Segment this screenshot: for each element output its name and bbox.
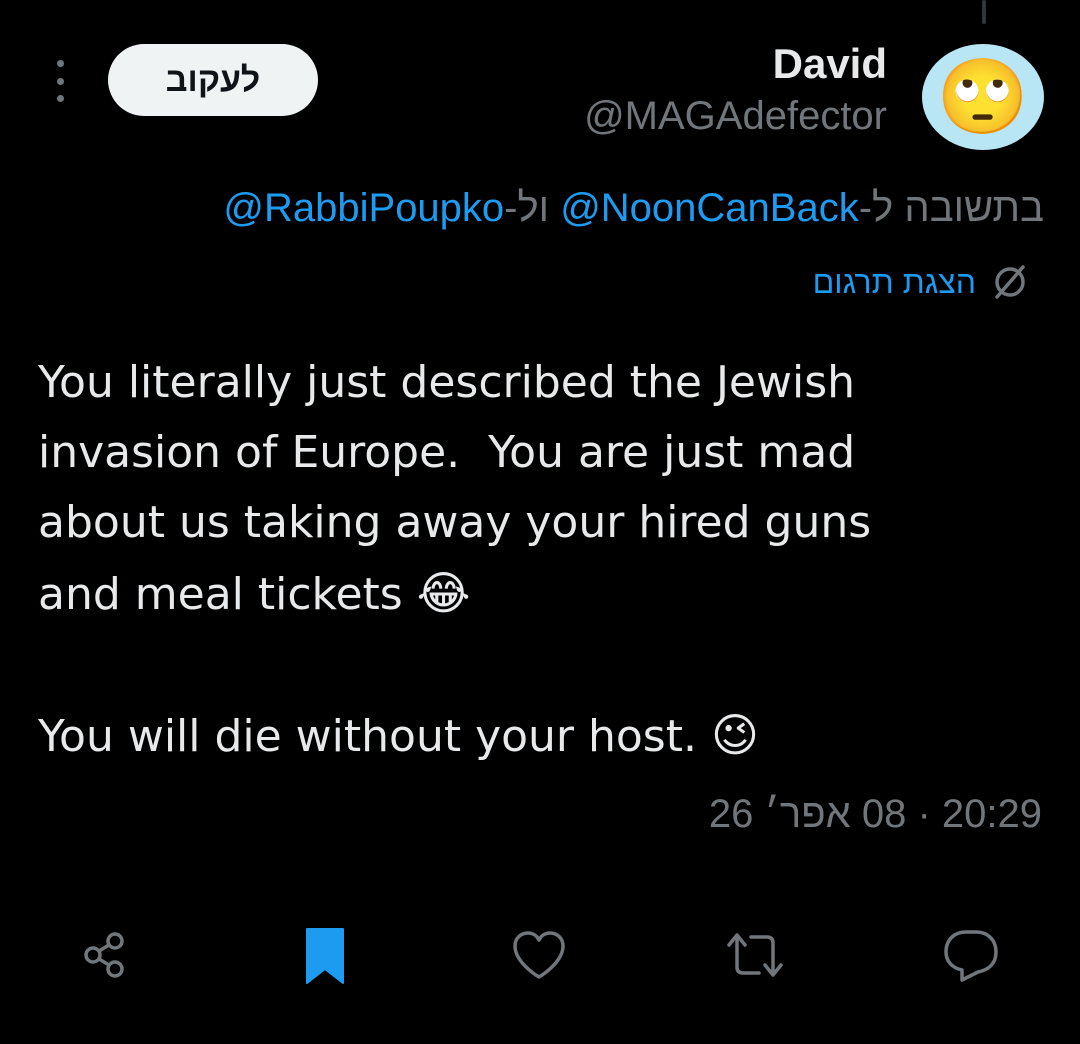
author-handle[interactable]: @MAGAdefector [584, 94, 887, 139]
retweet-icon [723, 927, 787, 983]
share-button[interactable] [70, 920, 140, 990]
tweet-line: about us taking away your hired guns [38, 497, 872, 548]
more-dot [56, 95, 64, 102]
thread-connector-line [982, 0, 986, 24]
follow-button[interactable]: לעקוב [108, 44, 318, 116]
reply-prefix: בתשובה ל- [858, 186, 1044, 230]
tweet-text: You literally just described the Jewish i… [38, 348, 1038, 772]
mention-nooncanback[interactable]: @NoonCanBack [560, 186, 859, 230]
mention-rabbipoupko[interactable]: @RabbiPoupko [223, 186, 504, 230]
more-options-button[interactable] [50, 60, 70, 102]
globe-icon [990, 262, 1030, 302]
action-bar [0, 920, 1080, 990]
tweet-line-text: You will die without your host. [38, 711, 711, 762]
reply-context: בתשובה ל-@NoonCanBack ול-@RabbiPoupko [223, 186, 1044, 231]
laughing-tears-emoji-icon: 😂 [416, 566, 471, 620]
more-dot [56, 77, 64, 85]
winking-face-emoji-icon: 😉 [710, 708, 759, 762]
reply-button[interactable] [936, 920, 1006, 990]
tweet-line: and meal tickets 😂 [38, 558, 1038, 630]
retweet-button[interactable] [720, 920, 790, 990]
tweet-line: You literally just described the Jewish [38, 357, 856, 408]
tweet-line-text: and meal tickets [38, 569, 417, 620]
reply-icon [940, 926, 1002, 984]
tweet-line: invasion of Europe. You are just mad [38, 427, 856, 478]
face-with-rolling-eyes-icon: 🙄 [936, 54, 1030, 140]
show-translation-label: הצגת תרגום [812, 263, 976, 300]
like-button[interactable] [504, 920, 574, 990]
tweet-timestamp[interactable]: 20:29 · 08 אפר׳ 26 [709, 792, 1042, 837]
bookmark-button[interactable] [290, 920, 360, 990]
reply-joiner: ול- [504, 186, 561, 230]
bookmark-filled-icon [297, 923, 353, 987]
author-display-name[interactable]: David [773, 40, 887, 88]
tweet-line: You will die without your host. 😉 [38, 700, 1038, 772]
show-translation-button[interactable]: הצגת תרגום [813, 262, 1030, 302]
share-icon [77, 927, 133, 983]
more-dot [56, 60, 64, 67]
heart-icon [509, 927, 569, 983]
avatar[interactable]: 🙄 [922, 44, 1044, 150]
